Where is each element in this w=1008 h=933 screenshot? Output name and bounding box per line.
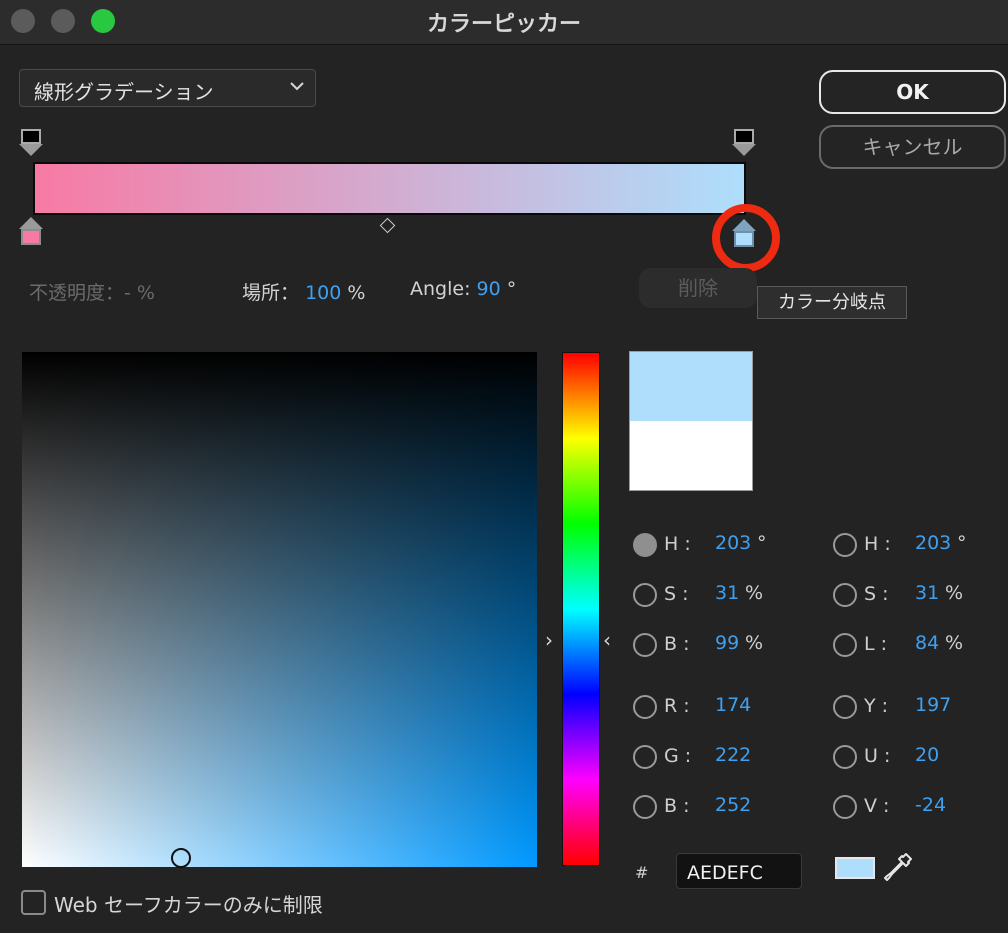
gradient-midpoint-handle[interactable] — [379, 217, 396, 234]
left-value-4[interactable]: 222 — [715, 744, 751, 766]
right-unit-1: % — [945, 582, 964, 604]
location-unit: % — [347, 282, 366, 304]
color-field[interactable] — [22, 352, 537, 867]
websafe-checkbox[interactable] — [21, 890, 46, 915]
left-label-0: H : — [664, 533, 691, 555]
left-value-2[interactable]: 99 — [715, 632, 739, 654]
right-unit-0: ° — [957, 532, 967, 554]
left-label-1: S : — [664, 583, 689, 605]
left-label-2: B : — [664, 633, 690, 655]
right-value-5[interactable]: -24 — [915, 794, 946, 816]
left-value-1[interactable]: 31 — [715, 582, 739, 604]
window-title: カラーピッカー — [426, 12, 581, 37]
right-label-3: Y : — [864, 695, 889, 717]
color-preview — [629, 351, 753, 491]
current-color-swatch[interactable] — [630, 421, 752, 490]
left-radio-1[interactable] — [633, 583, 657, 607]
right-radio-1[interactable] — [833, 583, 857, 607]
websafe-label: Web セーフカラーのみに制限 — [54, 893, 323, 917]
left-value-3[interactable]: 174 — [715, 694, 751, 716]
right-value-0[interactable]: 203 — [915, 532, 951, 554]
color-stop-tooltip: カラー分岐点 — [757, 286, 907, 319]
angle-unit: ° — [506, 278, 517, 300]
highlight-circle — [712, 204, 780, 272]
hex-hash: # — [635, 863, 649, 882]
gradient-type-label: 線形グラデーション — [34, 80, 214, 104]
left-label-4: G : — [664, 745, 692, 767]
right-label-0: H : — [864, 533, 891, 555]
left-label-3: R : — [664, 695, 690, 717]
location-value[interactable]: 100 — [305, 282, 341, 304]
left-unit-0: ° — [757, 532, 767, 554]
right-label-4: U : — [864, 745, 891, 767]
right-radio-5[interactable] — [833, 795, 857, 819]
right-value-1[interactable]: 31 — [915, 582, 939, 604]
angle-value[interactable]: 90 — [477, 278, 501, 300]
cancel-button[interactable]: キャンセル — [819, 125, 1006, 169]
angle-info: Angle: 90 ° — [410, 278, 516, 300]
left-value-5[interactable]: 252 — [715, 794, 751, 816]
web-color-swatch[interactable] — [835, 857, 875, 879]
right-value-2[interactable]: 84 — [915, 632, 939, 654]
left-radio-3[interactable] — [633, 695, 657, 719]
delete-stop-button[interactable]: 削除 — [639, 268, 757, 308]
left-label-5: B : — [664, 795, 690, 817]
right-radio-4[interactable] — [833, 745, 857, 769]
left-radio-4[interactable] — [633, 745, 657, 769]
left-radio-2[interactable] — [633, 633, 657, 657]
hue-slider[interactable] — [562, 352, 600, 866]
location-info: 場所： 100 % — [242, 278, 365, 305]
left-radio-0[interactable] — [633, 533, 657, 557]
opacity-stop-start[interactable] — [19, 129, 43, 157]
chevron-left-icon[interactable]: ‹ — [603, 628, 611, 652]
color-field-cursor[interactable] — [171, 848, 191, 868]
left-unit-2: % — [745, 632, 764, 654]
right-radio-0[interactable] — [833, 533, 857, 557]
right-radio-3[interactable] — [833, 695, 857, 719]
opacity-info: 不透明度：- % — [29, 278, 155, 305]
color-stop-start[interactable] — [19, 217, 43, 245]
angle-label: Angle: — [410, 278, 471, 300]
ok-button[interactable]: OK — [819, 70, 1006, 114]
left-radio-5[interactable] — [633, 795, 657, 819]
right-label-1: S : — [864, 583, 889, 605]
right-label-2: L : — [864, 633, 888, 655]
right-value-4[interactable]: 20 — [915, 744, 939, 766]
chevron-down-icon — [290, 82, 304, 91]
right-value-3[interactable]: 197 — [915, 694, 951, 716]
right-unit-2: % — [945, 632, 964, 654]
opacity-stop-end[interactable] — [732, 129, 756, 157]
location-label: 場所： — [242, 282, 300, 304]
chevron-right-icon[interactable]: › — [545, 628, 553, 652]
right-radio-2[interactable] — [833, 633, 857, 657]
hex-input[interactable]: AEDEFC — [676, 853, 802, 889]
eyedropper-icon[interactable] — [884, 851, 914, 885]
opacity-label: 不透明度： — [29, 282, 125, 304]
gradient-type-select[interactable]: 線形グラデーション — [19, 69, 316, 107]
right-label-5: V : — [864, 795, 890, 817]
gradient-preview-bar[interactable] — [33, 162, 746, 215]
opacity-value: - % — [124, 282, 155, 304]
left-unit-1: % — [745, 582, 764, 604]
new-color-swatch — [630, 352, 752, 421]
left-value-0[interactable]: 203 — [715, 532, 751, 554]
